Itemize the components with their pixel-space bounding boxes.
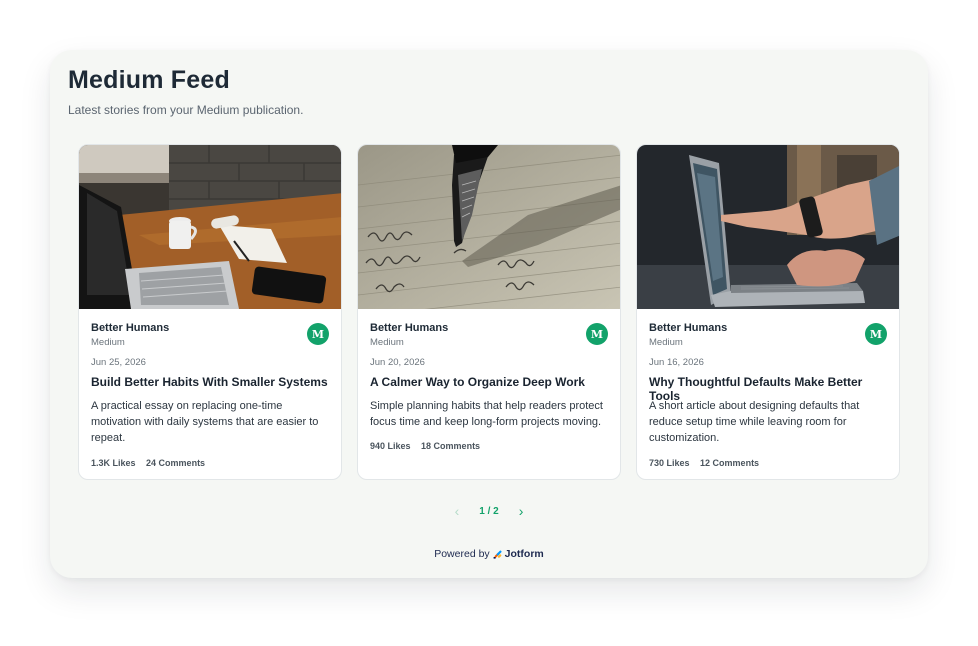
medium-feed-widget: Medium Feed Latest stories from your Med…	[50, 50, 928, 578]
powered-by-footer: Powered by Jotform	[50, 548, 928, 560]
story-card[interactable]: Better Humans Medium M Jun 16, 2026 Why …	[636, 144, 900, 480]
page-indicator: 1 / 2	[479, 505, 499, 517]
story-date: Jun 25, 2026	[91, 357, 146, 368]
story-card[interactable]: Better Humans Medium M Jun 25, 2026 Buil…	[78, 144, 342, 480]
story-stats: 730 Likes 12 Comments	[649, 458, 767, 468]
pagination: ‹ 1 / 2 ›	[50, 504, 928, 518]
chevron-right-icon[interactable]: ›	[519, 504, 524, 518]
comments-count: 12 Comments	[700, 458, 760, 468]
publication-name: Better Humans	[649, 322, 728, 334]
story-image-pointing-laptop[interactable]	[637, 145, 899, 309]
story-excerpt: Simple planning habits that help readers…	[370, 400, 603, 428]
jotform-brand-text: Jotform	[504, 548, 544, 560]
story-title[interactable]: Build Better Habits With Smaller Systems	[91, 375, 331, 389]
story-date: Jun 16, 2026	[649, 357, 704, 368]
jotform-link[interactable]: Jotform	[493, 548, 544, 560]
chevron-left-icon[interactable]: ‹	[455, 504, 460, 518]
likes-count: 940 Likes	[370, 441, 411, 451]
publication-name: Better Humans	[370, 322, 449, 334]
medium-logo-icon: M	[586, 323, 608, 345]
page-subtitle: Latest stories from your Medium publicat…	[68, 103, 304, 117]
story-excerpt: A short article about designing defaults…	[649, 400, 860, 444]
publication-source: Medium	[370, 337, 404, 348]
story-date: Jun 20, 2026	[370, 357, 425, 368]
story-card[interactable]: Better Humans Medium M Jun 20, 2026 A Ca…	[357, 144, 621, 480]
story-image-fountain-pen[interactable]	[358, 145, 620, 309]
story-title[interactable]: A Calmer Way to Organize Deep Work	[370, 375, 610, 389]
publication-name: Better Humans	[91, 322, 170, 334]
jotform-logo-icon	[493, 550, 502, 559]
comments-count: 18 Comments	[421, 441, 481, 451]
story-stats: 940 Likes 18 Comments	[370, 441, 488, 451]
medium-logo-icon: M	[307, 323, 329, 345]
likes-count: 730 Likes	[649, 458, 690, 468]
page-title: Medium Feed	[68, 66, 230, 94]
story-card-list: Better Humans Medium M Jun 25, 2026 Buil…	[78, 144, 900, 480]
story-stats: 1.3K Likes 24 Comments	[91, 458, 213, 468]
medium-logo-icon: M	[865, 323, 887, 345]
powered-by-label: Powered by	[434, 548, 490, 560]
likes-count: 1.3K Likes	[91, 458, 136, 468]
story-image-laptop-desk[interactable]	[79, 145, 341, 309]
comments-count: 24 Comments	[146, 458, 206, 468]
publication-source: Medium	[91, 337, 125, 348]
publication-source: Medium	[649, 337, 683, 348]
story-excerpt: A practical essay on replacing one-time …	[91, 400, 319, 444]
